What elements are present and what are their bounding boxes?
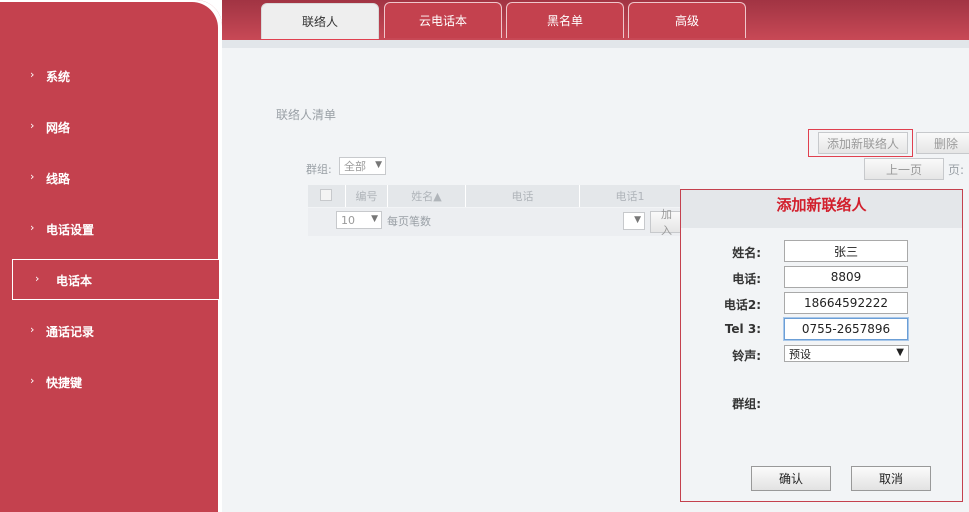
dropdown-arrow-icon: ▼ <box>375 160 382 170</box>
add-contact-dialog: 添加新联络人 姓名: 张三 电话: 8809 电话2: 18664592222 … <box>680 189 963 502</box>
group-filter-select[interactable]: 全部 ▼ <box>339 157 386 175</box>
tab-contacts[interactable]: 联络人 <box>261 3 379 40</box>
confirm-button[interactable]: 确认 <box>751 466 831 491</box>
per-page-label: 每页笔数 <box>387 215 431 228</box>
phone-label: 电话: <box>732 272 761 286</box>
phone2-label: 电话2: <box>723 298 761 312</box>
dialog-title: 添加新联络人 <box>776 196 867 214</box>
tel3-label: Tel 3: <box>724 322 761 336</box>
sidebar-item-network[interactable]: › 网络 <box>0 107 220 147</box>
join-button[interactable]: 加入 <box>650 208 682 237</box>
column-header-name[interactable]: 姓名▲ <box>388 185 466 207</box>
dropdown-arrow-icon: ▼ <box>634 215 641 225</box>
sidebar-item-label: 电话设置 <box>46 223 95 237</box>
tab-advanced[interactable]: 高级 <box>628 2 746 38</box>
delete-button[interactable]: 删除 <box>916 132 969 154</box>
page-label: 页: <box>948 163 965 177</box>
sidebar-item-label: 电话本 <box>56 274 93 288</box>
sidebar-item-call-log[interactable]: › 通话记录 <box>0 311 220 351</box>
sidebar-item-label: 系统 <box>46 70 71 84</box>
column-header-number[interactable]: 编号 <box>346 185 388 207</box>
select-all-cell <box>308 185 346 207</box>
group-label: 群组: <box>732 397 761 411</box>
name-label: 姓名: <box>732 246 761 260</box>
sidebar-item-lines[interactable]: › 线路 <box>0 158 220 198</box>
dropdown-arrow-icon: ▼ <box>371 214 378 224</box>
chevron-right-icon: › <box>30 119 35 132</box>
ringtone-label: 铃声: <box>732 349 761 363</box>
per-page-select[interactable]: 10 ▼ <box>336 211 382 229</box>
chevron-right-icon: › <box>30 374 35 387</box>
column-header-phone[interactable]: 电话 <box>466 185 580 207</box>
sidebar-item-label: 网络 <box>46 121 71 135</box>
chevron-right-icon: › <box>30 221 35 234</box>
group-move-select[interactable]: ▼ <box>623 212 645 230</box>
chevron-right-icon: › <box>30 68 35 81</box>
sidebar-item-phone-settings[interactable]: › 电话设置 <box>0 209 220 249</box>
add-contact-button[interactable]: 添加新联络人 <box>818 132 908 154</box>
sidebar-item-label: 通话记录 <box>46 325 95 339</box>
sidebar-item-label: 线路 <box>46 172 71 186</box>
cancel-button[interactable]: 取消 <box>851 466 931 491</box>
tab-blacklist[interactable]: 黑名单 <box>506 2 624 38</box>
tel3-input[interactable]: 0755-2657896 <box>784 318 908 340</box>
phone-input[interactable]: 8809 <box>784 266 908 288</box>
ringtone-value: 预设 <box>789 347 811 361</box>
sidebar-item-label: 快捷键 <box>46 376 83 390</box>
tab-cloud-phonebook[interactable]: 云电话本 <box>384 2 502 38</box>
ringtone-select[interactable]: 预设 ▼ <box>784 345 909 362</box>
phone2-input[interactable]: 18664592222 <box>784 292 908 314</box>
prev-page-button[interactable]: 上一页 <box>864 158 944 180</box>
sidebar-item-phonebook[interactable]: › 电话本 <box>12 259 220 300</box>
group-filter-value: 全部 <box>344 160 366 173</box>
group-filter-label: 群组: <box>306 163 332 176</box>
name-input[interactable]: 张三 <box>784 240 908 262</box>
app-root: › 系统 › 网络 › 线路 › 电话设置 › 电话本 › 通话记录 › 快捷键… <box>0 0 969 512</box>
chevron-right-icon: › <box>30 323 35 336</box>
section-title: 联络人清单 <box>276 108 337 122</box>
sidebar-item-shortcuts[interactable]: › 快捷键 <box>0 362 220 402</box>
content-top-strip <box>222 40 969 48</box>
chevron-right-icon: › <box>35 272 40 285</box>
sidebar-item-system[interactable]: › 系统 <box>0 56 220 96</box>
contacts-table-header: 编号 姓名▲ 电话 电话1 <box>308 185 680 207</box>
select-all-checkbox[interactable] <box>320 189 332 201</box>
chevron-right-icon: › <box>30 170 35 183</box>
column-header-phone1[interactable]: 电话1 <box>580 185 680 207</box>
dropdown-arrow-icon: ▼ <box>896 347 904 358</box>
per-page-value: 10 <box>341 213 355 227</box>
